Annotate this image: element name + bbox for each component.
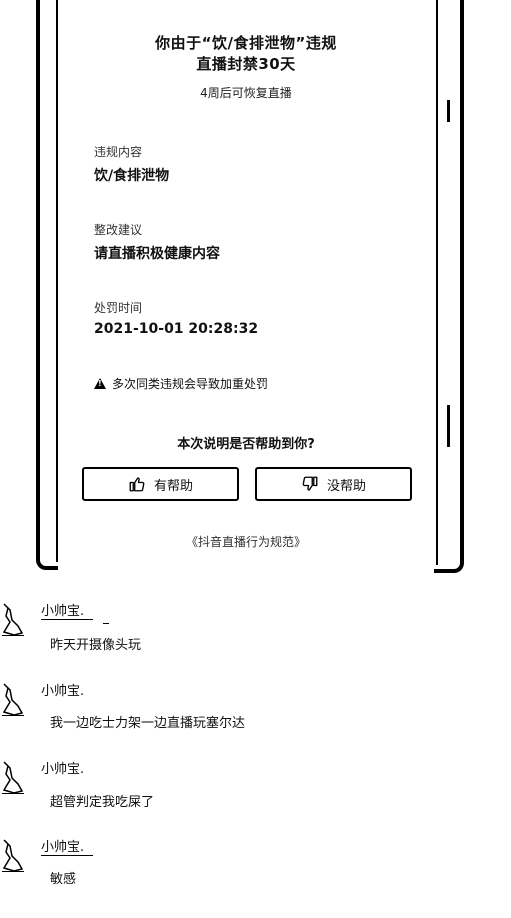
not-helpful-button[interactable]: 没帮助 <box>255 467 412 501</box>
warning-row: 多次同类违规会导致加重处罚 <box>94 375 268 392</box>
comment-text: 昨天开摄像头玩 <box>50 638 142 653</box>
violation-label: 违规内容 <box>94 145 143 159</box>
comment-username[interactable]: 小帅宝. <box>41 758 84 777</box>
comment-text: 超管判定我吃屎了 <box>50 795 155 810</box>
time-label: 处罚时间 <box>94 301 143 315</box>
warning-icon <box>94 378 106 389</box>
notice-subtitle: 4周后可恢复直播 <box>200 86 292 100</box>
notice-title-line2: 直播封禁30天 <box>196 55 296 73</box>
notice-title-line1: 你由于“饮/食排泄物”违规 <box>155 34 337 52</box>
comment-text: 敏感 <box>50 872 77 887</box>
not-helpful-label: 没帮助 <box>326 478 366 494</box>
ban-notice-sheet: 你由于“饮/食排泄物”违规 直播封禁30天 4周后可恢复直播 违规内容 饮/食排… <box>58 0 434 567</box>
comment-username[interactable]: 小帅宝. <box>41 680 84 699</box>
comment-item: 小帅宝. 超管判定我吃屎了 <box>0 758 511 838</box>
avatar <box>2 603 24 636</box>
comment-username[interactable]: 小帅宝. <box>41 836 84 855</box>
suggestion-label: 整改建议 <box>94 223 143 237</box>
feedback-question: 本次说明是否帮助到你? <box>177 437 315 452</box>
rules-link[interactable]: 《抖音直播行为规范》 <box>58 533 434 550</box>
helpful-button[interactable]: 有帮助 <box>82 467 239 501</box>
violation-value: 饮/食排泄物 <box>94 168 170 184</box>
phone-screenshot: 你由于“饮/食排泄物”违规 直播封禁30天 4周后可恢复直播 违规内容 饮/食排… <box>36 0 464 573</box>
comment-text: 我一边吃士力架一边直播玩塞尔达 <box>50 716 246 731</box>
comment-item: 小帅宝. 昨天开摄像头玩 <box>0 600 511 680</box>
avatar <box>2 683 24 716</box>
volume-button <box>447 100 450 122</box>
warning-text: 多次同类违规会导致加重处罚 <box>112 377 269 391</box>
thumbs-down-icon <box>302 476 318 491</box>
phone-frame-left <box>36 0 58 570</box>
avatar <box>2 761 24 794</box>
comment-username[interactable]: 小帅宝. <box>41 600 84 619</box>
time-value: 2021-10-01 20:28:32 <box>94 321 259 337</box>
thumbs-up-icon <box>129 477 145 492</box>
suggestion-value: 请直播积极健康内容 <box>94 246 220 262</box>
phone-frame-right <box>434 0 464 573</box>
helpful-label: 有帮助 <box>153 478 193 494</box>
power-button <box>447 405 450 447</box>
comment-item: 小帅宝. 我一边吃士力架一边直播玩塞尔达 <box>0 680 511 760</box>
avatar <box>2 839 24 872</box>
comment-item: 小帅宝. 敏感 <box>0 836 511 916</box>
